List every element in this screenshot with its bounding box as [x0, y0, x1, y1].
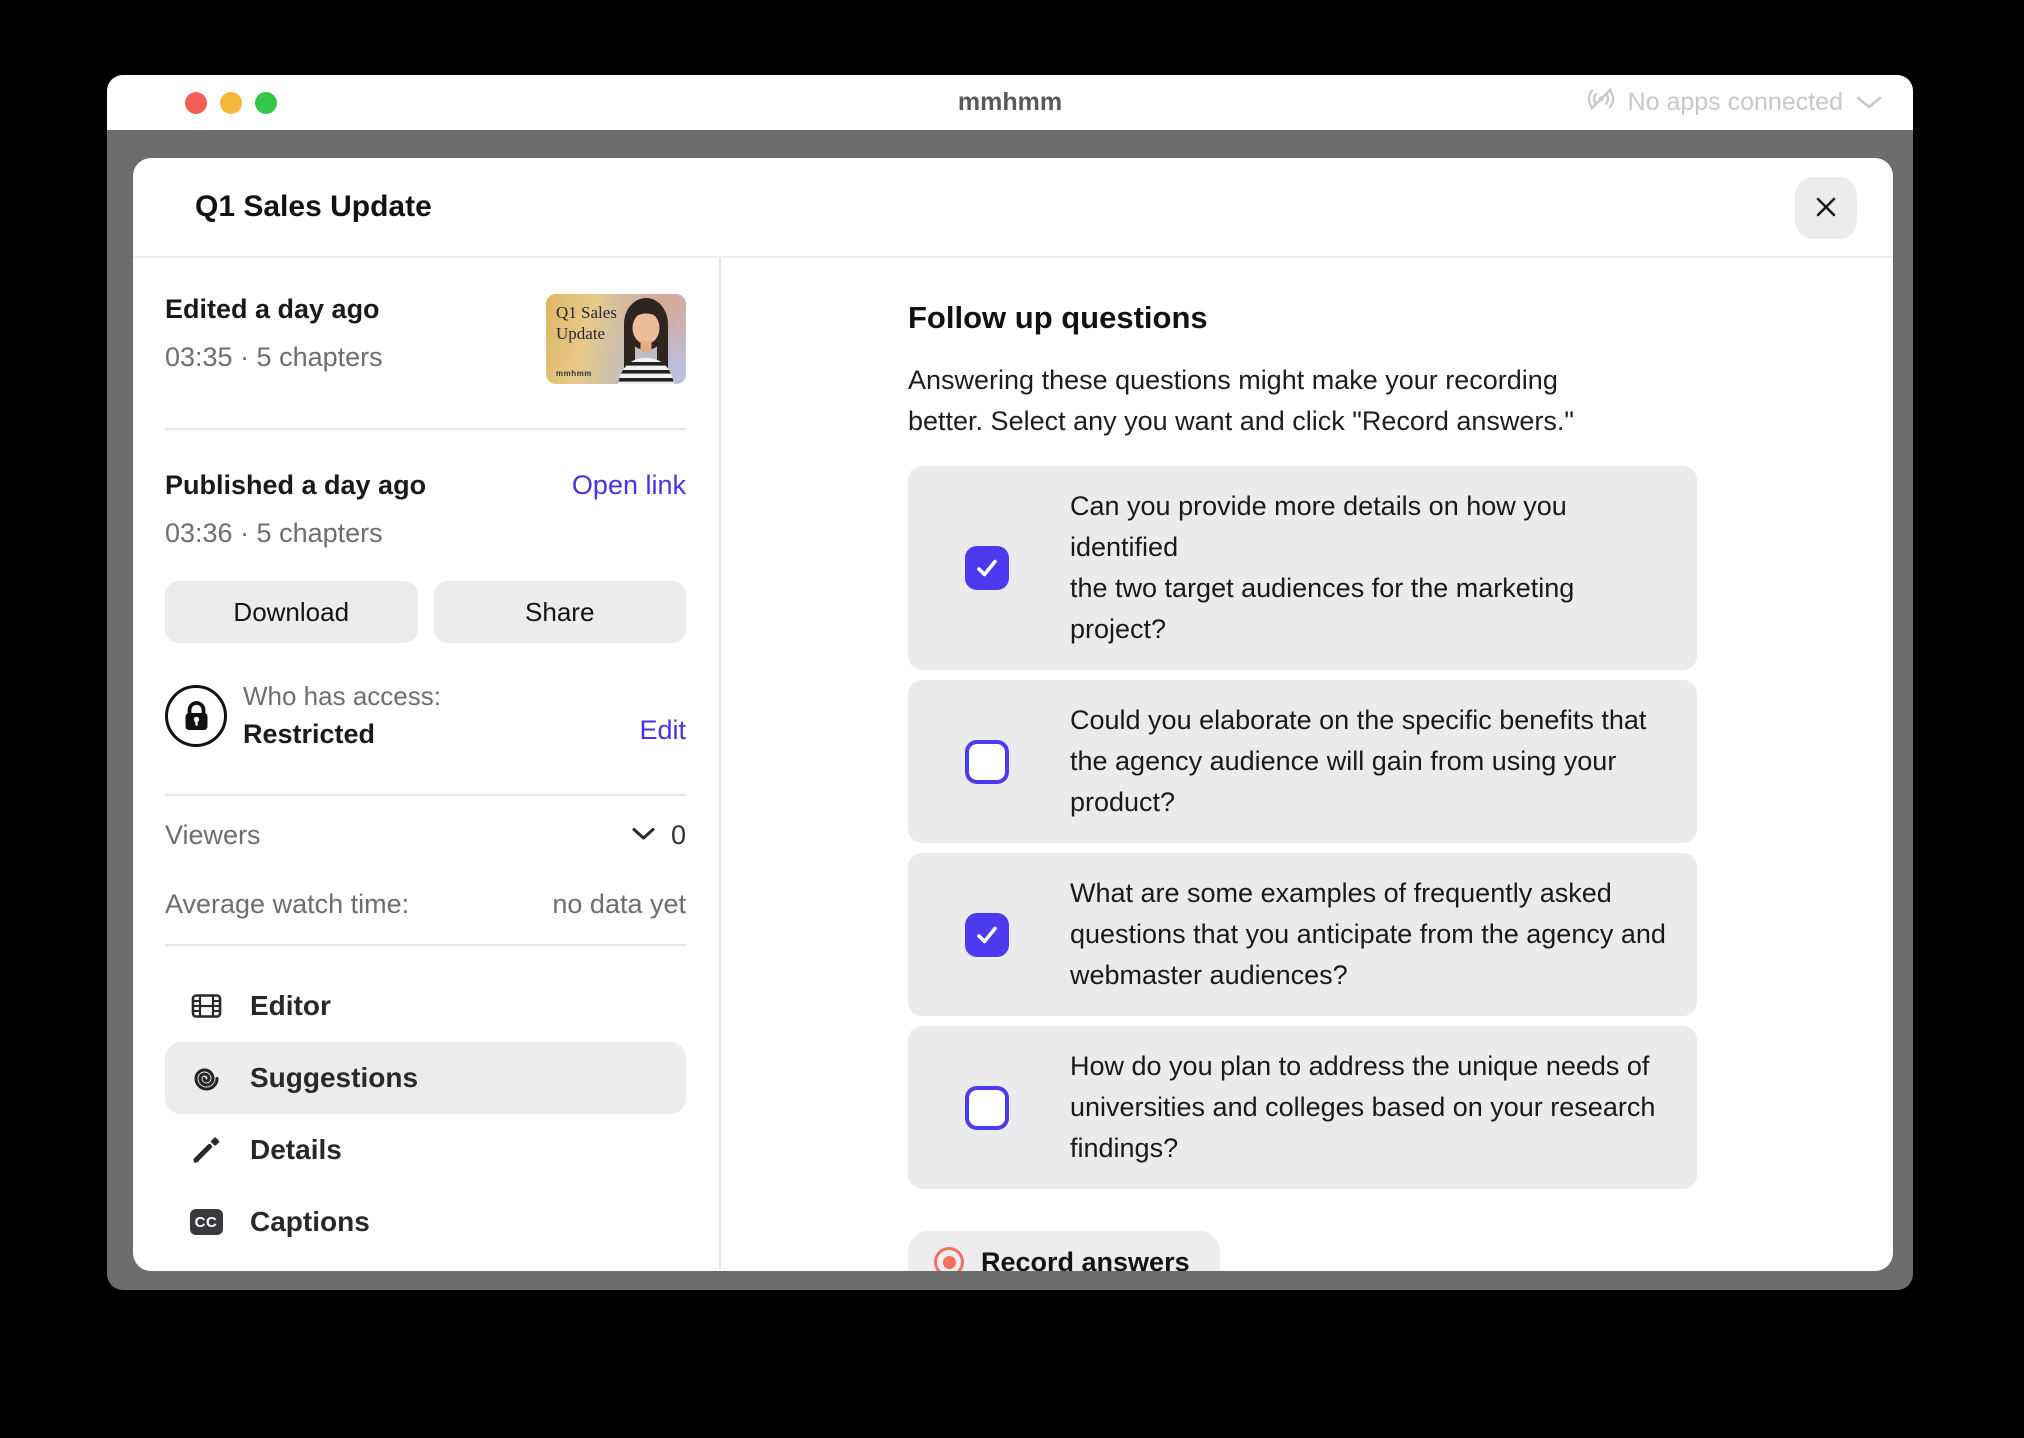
lock-icon — [165, 685, 227, 747]
edited-section: Edited a day ago 03:35 · 5 chapters — [165, 258, 686, 428]
chevron-down-icon — [1855, 88, 1883, 117]
viewers-count: 0 — [671, 820, 686, 851]
record-icon — [934, 1247, 964, 1271]
question-card[interactable]: What are some examples of frequently ask… — [908, 853, 1697, 1016]
question-card[interactable]: How do you plan to address the unique ne… — [908, 1026, 1697, 1189]
modal-header: Q1 Sales Update — [133, 158, 1893, 258]
share-button[interactable]: Share — [434, 581, 687, 643]
download-button[interactable]: Download — [165, 581, 418, 643]
sidebar-item-label: Suggestions — [250, 1062, 418, 1094]
record-answers-button[interactable]: Record answers — [908, 1231, 1220, 1271]
sidebar-item-label: Editor — [250, 990, 331, 1022]
viewers-label: Viewers — [165, 820, 261, 851]
edited-meta: 03:35 · 5 chapters — [165, 342, 383, 373]
sidebar-nav: Editor Suggestions — [165, 970, 686, 1258]
watch-time-value: no data yet — [552, 889, 686, 920]
pencil-icon — [189, 1133, 223, 1167]
record-answers-label: Record answers — [981, 1247, 1190, 1272]
close-icon — [1813, 194, 1839, 223]
published-meta: 03:36 · 5 chapters — [165, 518, 686, 549]
sidebar: Edited a day ago 03:35 · 5 chapters — [133, 258, 721, 1269]
traffic-lights — [185, 75, 277, 130]
question-text: Can you provide more details on how you … — [1070, 486, 1677, 650]
question-checkbox[interactable] — [965, 1086, 1009, 1130]
film-icon — [189, 990, 223, 1022]
apps-connected-dropdown[interactable]: No apps connected — [1586, 75, 1883, 130]
watch-time-row: Average watch time: no data yet — [165, 871, 686, 944]
access-section: Who has access: Restricted Edit — [165, 681, 686, 794]
sidebar-item-editor[interactable]: Editor — [165, 970, 686, 1042]
video-details-modal: Q1 Sales Update Edited a day ago 03:35 ·… — [133, 158, 1893, 1271]
cc-icon: CC — [189, 1209, 223, 1235]
close-window-button[interactable] — [185, 92, 207, 114]
question-list: Can you provide more details on how you … — [908, 466, 1697, 1189]
sidebar-item-details[interactable]: Details — [165, 1114, 686, 1186]
signal-off-icon — [1586, 84, 1616, 121]
video-title: Q1 Sales Update — [195, 190, 432, 224]
edited-label: Edited a day ago — [165, 294, 383, 325]
sidebar-item-suggestions[interactable]: Suggestions — [165, 1042, 686, 1114]
question-text: Could you elaborate on the specific bene… — [1070, 700, 1646, 823]
close-modal-button[interactable] — [1795, 177, 1857, 239]
question-card[interactable]: Could you elaborate on the specific bene… — [908, 680, 1697, 843]
video-thumbnail[interactable]: Q1 Sales Update mmhmm — [546, 294, 686, 384]
question-checkbox[interactable] — [965, 740, 1009, 784]
app-window: mmhmm No apps connected Q — [107, 75, 1913, 1290]
question-card[interactable]: Can you provide more details on how you … — [908, 466, 1697, 670]
zoom-window-button[interactable] — [255, 92, 277, 114]
window-title: mmhmm — [958, 75, 1062, 130]
panel-heading: Follow up questions — [908, 300, 1697, 336]
published-section: Published a day ago Open link 03:36 · 5 … — [165, 430, 686, 643]
open-link[interactable]: Open link — [572, 470, 686, 501]
minimize-window-button[interactable] — [220, 92, 242, 114]
edit-access-link[interactable]: Edit — [639, 715, 686, 746]
thumbnail-title: Q1 Sales Update — [556, 302, 617, 344]
question-text: How do you plan to address the unique ne… — [1070, 1046, 1655, 1169]
apps-connected-label: No apps connected — [1628, 88, 1843, 117]
question-checkbox[interactable] — [965, 913, 1009, 957]
chevron-down-icon[interactable] — [631, 826, 656, 846]
question-text: What are some examples of frequently ask… — [1070, 873, 1666, 996]
question-checkbox[interactable] — [965, 546, 1009, 590]
sidebar-item-label: Details — [250, 1134, 342, 1166]
suggestions-panel: Follow up questions Answering these ques… — [721, 258, 1893, 1269]
watch-time-label: Average watch time: — [165, 889, 409, 920]
thumbnail-brand-logo: mmhmm — [556, 369, 592, 378]
access-label: Who has access: — [243, 681, 639, 712]
sidebar-item-captions[interactable]: CC Captions — [165, 1186, 686, 1258]
titlebar: mmhmm No apps connected — [107, 75, 1913, 130]
panel-description: Answering these questions might make you… — [908, 360, 1697, 442]
viewers-row[interactable]: Viewers 0 — [165, 796, 686, 871]
sidebar-item-label: Captions — [250, 1206, 370, 1238]
spiral-icon — [189, 1062, 223, 1095]
published-label: Published a day ago — [165, 470, 426, 501]
access-value: Restricted — [243, 719, 639, 750]
